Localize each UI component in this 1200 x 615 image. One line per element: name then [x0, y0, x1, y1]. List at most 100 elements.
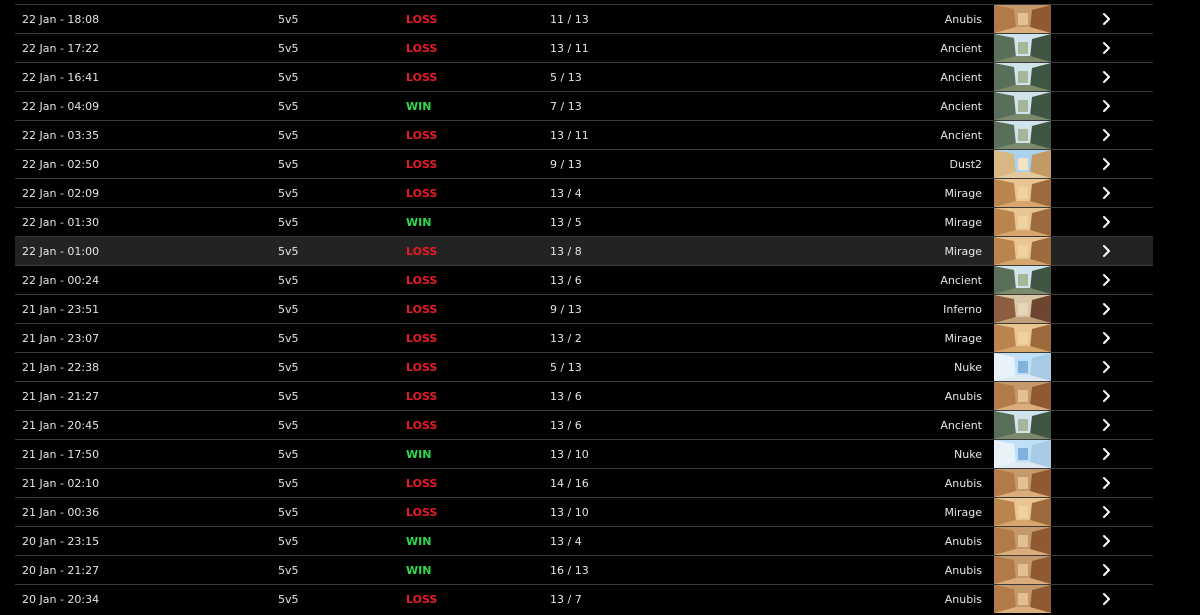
chevron-right-icon[interactable]: [1097, 68, 1117, 86]
chevron-right-icon[interactable]: [1097, 155, 1117, 173]
match-mode: 5v5: [278, 506, 299, 519]
match-map-name: Mirage: [944, 245, 982, 258]
chevron-right-icon[interactable]: [1097, 213, 1117, 231]
match-map-name: Mirage: [944, 216, 982, 229]
match-row[interactable]: 22 Jan - 02:09 5v5 LOSS 13 / 4 Mirage: [15, 178, 1153, 207]
match-date: 22 Jan - 02:09: [22, 187, 100, 200]
match-result: WIN: [406, 535, 432, 548]
chevron-right-icon[interactable]: [1097, 474, 1117, 492]
anubis-map-thumbnail: [994, 382, 1051, 410]
match-date: 20 Jan - 20:34: [22, 593, 100, 606]
match-mode: 5v5: [278, 448, 299, 461]
chevron-right-icon[interactable]: [1097, 10, 1117, 28]
match-row[interactable]: 21 Jan - 23:07 5v5 LOSS 13 / 2 Mirage: [15, 323, 1153, 352]
ancient-map-thumbnail: [994, 63, 1051, 91]
match-row[interactable]: 22 Jan - 03:35 5v5 LOSS 13 / 11 Ancient: [15, 120, 1153, 149]
match-date: 21 Jan - 02:10: [22, 477, 100, 490]
match-row[interactable]: 22 Jan - 18:08 5v5 LOSS 11 / 13 Anubis: [15, 4, 1153, 33]
match-score: 9 / 13: [550, 303, 582, 316]
chevron-right-icon[interactable]: [1097, 242, 1117, 260]
match-row[interactable]: 21 Jan - 20:45 5v5 LOSS 13 / 6 Ancient: [15, 410, 1153, 439]
anubis-map-thumbnail: [994, 5, 1051, 33]
match-map-name: Nuke: [954, 448, 982, 461]
match-result: LOSS: [406, 187, 438, 200]
anubis-map-thumbnail: [994, 469, 1051, 497]
match-result: LOSS: [406, 274, 438, 287]
match-mode: 5v5: [278, 158, 299, 171]
match-map-name: Ancient: [940, 419, 982, 432]
match-row[interactable]: 22 Jan - 01:30 5v5 WIN 13 / 5 Mirage: [15, 207, 1153, 236]
chevron-right-icon[interactable]: [1097, 126, 1117, 144]
match-score: 7 / 13: [550, 100, 582, 113]
match-score: 5 / 13: [550, 361, 582, 374]
match-row[interactable]: 21 Jan - 17:50 5v5 WIN 13 / 10 Nuke: [15, 439, 1153, 468]
match-row[interactable]: 20 Jan - 21:27 5v5 WIN 16 / 13 Anubis: [15, 555, 1153, 584]
chevron-right-icon[interactable]: [1097, 329, 1117, 347]
match-row[interactable]: 21 Jan - 21:27 5v5 LOSS 13 / 6 Anubis: [15, 381, 1153, 410]
chevron-right-icon[interactable]: [1097, 300, 1117, 318]
nuke-map-thumbnail: [994, 440, 1051, 468]
match-result: LOSS: [406, 361, 438, 374]
match-mode: 5v5: [278, 245, 299, 258]
match-score: 13 / 6: [550, 390, 582, 403]
chevron-right-icon[interactable]: [1097, 387, 1117, 405]
match-score: 11 / 13: [550, 13, 589, 26]
match-result: LOSS: [406, 245, 438, 258]
match-mode: 5v5: [278, 564, 299, 577]
match-result: WIN: [406, 564, 432, 577]
chevron-right-icon[interactable]: [1097, 503, 1117, 521]
match-row[interactable]: 21 Jan - 02:10 5v5 LOSS 14 / 16 Anubis: [15, 468, 1153, 497]
match-row[interactable]: 20 Jan - 23:15 5v5 WIN 13 / 4 Anubis: [15, 526, 1153, 555]
match-mode: 5v5: [278, 419, 299, 432]
chevron-right-icon[interactable]: [1097, 445, 1117, 463]
chevron-right-icon[interactable]: [1097, 97, 1117, 115]
match-score: 13 / 4: [550, 535, 582, 548]
match-score: 13 / 11: [550, 42, 589, 55]
match-row[interactable]: 22 Jan - 17:22 5v5 LOSS 13 / 11 Ancient: [15, 33, 1153, 62]
match-date: 21 Jan - 17:50: [22, 448, 100, 461]
chevron-right-icon[interactable]: [1097, 184, 1117, 202]
ancient-map-thumbnail: [994, 411, 1051, 439]
anubis-map-thumbnail: [994, 585, 1051, 613]
ancient-map-thumbnail: [994, 266, 1051, 294]
match-row[interactable]: 21 Jan - 00:36 5v5 LOSS 13 / 10 Mirage: [15, 497, 1153, 526]
match-map-name: Mirage: [944, 506, 982, 519]
match-result: WIN: [406, 216, 432, 229]
match-row[interactable]: 21 Jan - 23:51 5v5 LOSS 9 / 13 Inferno: [15, 294, 1153, 323]
match-result: WIN: [406, 448, 432, 461]
match-row[interactable]: 22 Jan - 16:41 5v5 LOSS 5 / 13 Ancient: [15, 62, 1153, 91]
match-date: 21 Jan - 22:38: [22, 361, 100, 374]
match-mode: 5v5: [278, 187, 299, 200]
chevron-right-icon[interactable]: [1097, 561, 1117, 579]
match-row[interactable]: 20 Jan - 20:34 5v5 LOSS 13 / 7 Anubis: [15, 584, 1153, 613]
chevron-right-icon[interactable]: [1097, 416, 1117, 434]
match-row[interactable]: 22 Jan - 00:24 5v5 LOSS 13 / 6 Ancient: [15, 265, 1153, 294]
chevron-right-icon[interactable]: [1097, 271, 1117, 289]
match-date: 20 Jan - 21:27: [22, 564, 100, 577]
match-date: 22 Jan - 02:50: [22, 158, 100, 171]
match-result: LOSS: [406, 42, 438, 55]
match-map-name: Mirage: [944, 187, 982, 200]
chevron-right-icon[interactable]: [1097, 39, 1117, 57]
match-mode: 5v5: [278, 100, 299, 113]
match-date: 21 Jan - 00:36: [22, 506, 100, 519]
match-date: 22 Jan - 04:09: [22, 100, 100, 113]
match-map-name: Anubis: [944, 593, 982, 606]
match-map-name: Ancient: [940, 129, 982, 142]
match-row[interactable]: 22 Jan - 02:50 5v5 LOSS 9 / 13 Dust2: [15, 149, 1153, 178]
match-mode: 5v5: [278, 332, 299, 345]
match-score: 13 / 4: [550, 187, 582, 200]
match-result: LOSS: [406, 303, 438, 316]
match-row[interactable]: 21 Jan - 22:38 5v5 LOSS 5 / 13 Nuke: [15, 352, 1153, 381]
match-mode: 5v5: [278, 303, 299, 316]
match-row[interactable]: 22 Jan - 04:09 5v5 WIN 7 / 13 Ancient: [15, 91, 1153, 120]
match-map-name: Ancient: [940, 42, 982, 55]
chevron-right-icon[interactable]: [1097, 358, 1117, 376]
match-row[interactable]: 22 Jan - 01:00 5v5 LOSS 13 / 8 Mirage: [15, 236, 1153, 265]
match-score: 9 / 13: [550, 158, 582, 171]
chevron-right-icon[interactable]: [1097, 532, 1117, 550]
match-map-name: Nuke: [954, 361, 982, 374]
match-history-list: 22 Jan - 18:08 5v5 LOSS 11 / 13 Anubis 2…: [15, 4, 1153, 613]
match-score: 13 / 10: [550, 448, 589, 461]
chevron-right-icon[interactable]: [1097, 590, 1117, 608]
